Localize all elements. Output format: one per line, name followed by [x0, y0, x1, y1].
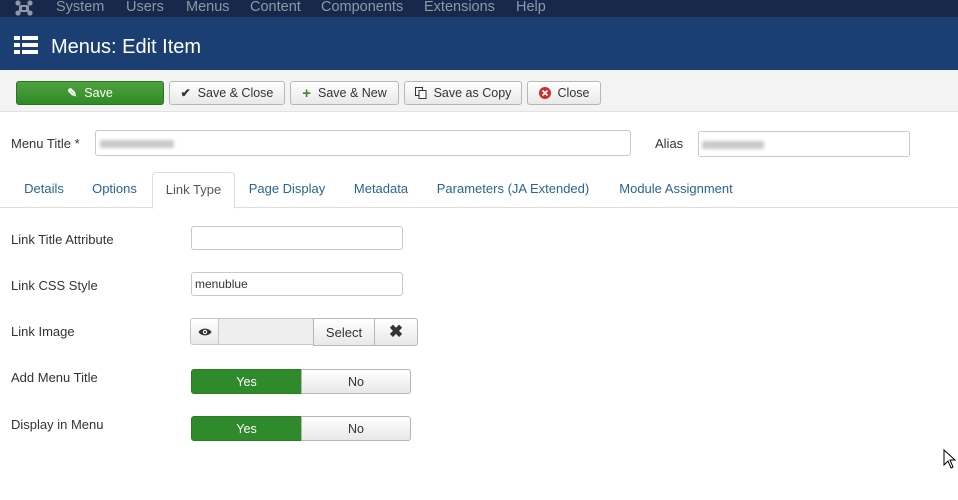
- link-title-attribute-label: Link Title Attribute: [11, 232, 114, 247]
- tab-bar: Details Options Link Type Page Display M…: [0, 172, 958, 209]
- save-new-button[interactable]: + Save & New: [290, 81, 399, 105]
- save-button-label: Save: [84, 86, 113, 100]
- add-menu-title-no[interactable]: No: [301, 369, 411, 394]
- display-in-menu-label: Display in Menu: [11, 417, 104, 432]
- close-button[interactable]: Close: [527, 81, 601, 105]
- tab-details[interactable]: Details: [13, 172, 75, 208]
- top-navbar: System Users Menus Content Components Ex…: [0, 0, 958, 17]
- check-icon: ✔: [180, 86, 191, 100]
- save-close-button[interactable]: ✔ Save & Close: [169, 81, 285, 105]
- nav-menus[interactable]: Menus: [186, 0, 230, 15]
- eye-icon: [198, 328, 211, 335]
- menu-title-field[interactable]: [95, 130, 631, 156]
- tab-module-assignment[interactable]: Module Assignment: [611, 172, 741, 208]
- mouse-cursor-icon: [943, 449, 957, 469]
- menu-title-value-redacted: [100, 140, 174, 148]
- save-button[interactable]: ✎ Save: [16, 81, 164, 105]
- nav-components[interactable]: Components: [321, 0, 403, 15]
- plus-icon: +: [302, 84, 311, 102]
- list-icon: [14, 36, 38, 54]
- close-label: Close: [557, 86, 590, 100]
- display-in-menu-yes[interactable]: Yes: [191, 416, 302, 441]
- alias-field[interactable]: [698, 131, 910, 157]
- page-title: Menus: Edit Item: [51, 36, 202, 58]
- nav-help[interactable]: Help: [516, 0, 546, 15]
- add-menu-title-yes[interactable]: Yes: [191, 369, 302, 394]
- link-image-label: Link Image: [11, 324, 75, 339]
- link-css-style-label: Link CSS Style: [11, 278, 98, 293]
- close-circle-icon: [538, 87, 551, 99]
- display-in-menu-toggle: Yes No: [191, 416, 411, 441]
- alias-label: Alias: [655, 136, 684, 151]
- tab-metadata[interactable]: Metadata: [345, 172, 417, 208]
- add-menu-title-toggle: Yes No: [191, 369, 411, 394]
- alias-value-redacted: [702, 141, 764, 149]
- joomla-logo-icon[interactable]: [14, 0, 34, 17]
- display-in-menu-no[interactable]: No: [301, 416, 411, 441]
- menu-title-label: Menu Title *: [11, 136, 80, 151]
- select-image-button[interactable]: Select: [313, 318, 375, 346]
- add-menu-title-label: Add Menu Title: [11, 370, 98, 385]
- link-css-style-input[interactable]: menublue: [191, 272, 403, 296]
- clear-x-icon: ✖: [388, 322, 404, 341]
- nav-users[interactable]: Users: [126, 0, 164, 15]
- tab-page-display[interactable]: Page Display: [241, 172, 333, 208]
- preview-button[interactable]: [190, 318, 219, 345]
- nav-extensions[interactable]: Extensions: [424, 0, 495, 15]
- nav-content[interactable]: Content: [250, 0, 301, 15]
- link-title-attribute-input[interactable]: [191, 226, 403, 250]
- toolbar: ✎ Save ✔ Save & Close + Save & New Save …: [0, 70, 958, 112]
- save-copy-button[interactable]: Save as Copy: [404, 81, 522, 105]
- link-image-input[interactable]: [218, 318, 314, 345]
- edit-icon: ✎: [67, 86, 78, 100]
- copy-icon: [414, 87, 427, 99]
- tab-parameters-ja-extended[interactable]: Parameters (JA Extended): [428, 172, 598, 208]
- tab-link-type[interactable]: Link Type: [152, 172, 235, 209]
- save-copy-label: Save as Copy: [433, 86, 512, 100]
- tab-options[interactable]: Options: [82, 172, 147, 208]
- save-close-label: Save & Close: [197, 86, 274, 100]
- page-header: Menus: Edit Item: [0, 17, 958, 70]
- nav-system[interactable]: System: [56, 0, 104, 15]
- clear-image-button[interactable]: ✖: [374, 318, 418, 346]
- save-new-label: Save & New: [317, 86, 387, 100]
